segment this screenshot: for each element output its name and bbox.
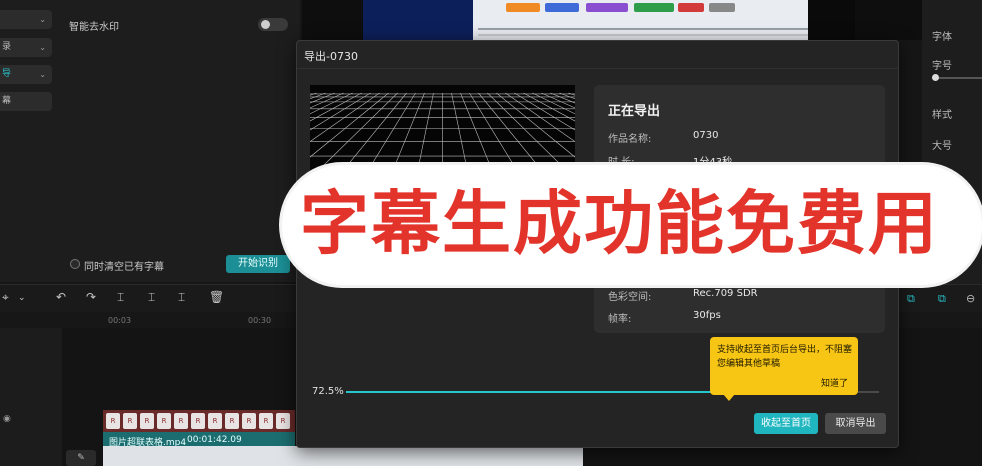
font-size-slider[interactable] (932, 74, 982, 81)
preview-dark-area (808, 0, 855, 40)
filmstrip-frame: R (157, 413, 171, 429)
split-icon[interactable]: ⌶ (117, 290, 124, 305)
size-preset-label: 大号 (932, 141, 952, 152)
start-recognition-button[interactable]: 开始识别 (226, 255, 290, 273)
font-size-label: 字号 (932, 61, 952, 72)
clear-subtitles-radio[interactable] (70, 259, 80, 269)
info-value-colorspace: Rec.709 SDR (693, 288, 758, 299)
filmstrip-frame: R (242, 413, 256, 429)
info-key-colorspace: 色彩空间: (608, 292, 652, 303)
split-left-icon[interactable]: ⌶ (148, 290, 155, 305)
redo-icon[interactable]: ↷ (86, 290, 96, 304)
info-key-framerate: 帧率: (608, 314, 632, 325)
tooltip-arrow (723, 394, 735, 401)
style-label: 样式 (932, 110, 952, 121)
minimize-to-home-button[interactable]: 收起至首页 (754, 413, 818, 434)
tooltip-text: 支持收起至首页后台导出，不阻塞您编辑其他草稿 (717, 345, 853, 369)
doc-button-green (634, 3, 674, 12)
export-status-title: 正在导出 (608, 104, 661, 119)
left-option-3[interactable]: 导 ⌄ (0, 65, 52, 84)
track-tool-icon[interactable]: ⧉ (938, 292, 946, 306)
slider-handle[interactable] (932, 74, 939, 81)
progress-percent: 72.5% (312, 386, 344, 397)
info-key-name: 作品名称: (608, 134, 652, 145)
promo-banner-text: 字幕生成功能免费用 (300, 184, 939, 264)
filmstrip-frame: R (259, 413, 273, 429)
split-right-icon[interactable]: ⌶ (178, 290, 185, 305)
track-tool-icon[interactable]: ⧉ (907, 292, 915, 306)
filmstrip-frame: R (225, 413, 239, 429)
dialog-title: 导出-0730 (304, 50, 358, 63)
filmstrip-frame: R (140, 413, 154, 429)
toggle-knob (261, 20, 270, 29)
watermark-toggle[interactable] (258, 18, 288, 31)
track-tool-icon[interactable]: ⊖ (966, 292, 975, 305)
dialog-divider (297, 68, 898, 69)
doc-button-gray (709, 3, 735, 12)
clear-subtitles-label: 同时清空已有字幕 (84, 262, 164, 273)
eye-icon[interactable]: ◉ (3, 414, 11, 424)
ruler-tick: 00:30 (248, 316, 272, 325)
left-option-1[interactable]: ⌄ (0, 10, 52, 29)
edit-icon[interactable]: ✎ (66, 450, 96, 466)
filmstrip-frame: R (276, 413, 290, 429)
font-label: 字体 (932, 32, 952, 43)
clip-duration: 00:01:42.09 (187, 435, 242, 445)
chevron-down-icon[interactable]: ⌄ (18, 293, 26, 303)
ruler-tick: 00:03 (108, 316, 132, 325)
filmstrip-frame: R (174, 413, 188, 429)
undo-icon[interactable]: ↶ (56, 290, 66, 304)
document-sidebar-block (363, 0, 473, 40)
doc-button-orange (506, 3, 540, 12)
filmstrip-frame: R (191, 413, 205, 429)
chevron-down-icon: ⌄ (39, 43, 46, 52)
cancel-export-button[interactable]: 取消导出 (825, 413, 886, 434)
info-value-name: 0730 (693, 130, 719, 141)
info-value-framerate: 30fps (693, 310, 721, 321)
chevron-down-icon: ⌄ (39, 15, 46, 24)
delete-icon[interactable]: 🗑 (209, 290, 224, 304)
filmstrip-frame: R (123, 413, 137, 429)
filmstrip-frame: R (106, 413, 120, 429)
doc-line (478, 34, 808, 36)
doc-button-blue (545, 3, 579, 12)
left-option-4[interactable]: 幕 (0, 92, 52, 111)
tooltip-ok-button[interactable]: 知道了 (821, 376, 848, 389)
filmstrip-frame: R (208, 413, 222, 429)
doc-button-red (678, 3, 704, 12)
chevron-down-icon: ⌄ (39, 70, 46, 79)
select-icon[interactable]: ⌖ (2, 290, 9, 305)
doc-button-purple (586, 3, 628, 12)
progress-fill (346, 391, 733, 393)
track-headers (0, 328, 62, 466)
left-option-2[interactable]: 录 ⌄ (0, 38, 52, 57)
doc-line (478, 28, 808, 30)
clip-thumbnails (103, 446, 583, 466)
smart-watermark-label: 智能去水印 (69, 22, 119, 33)
